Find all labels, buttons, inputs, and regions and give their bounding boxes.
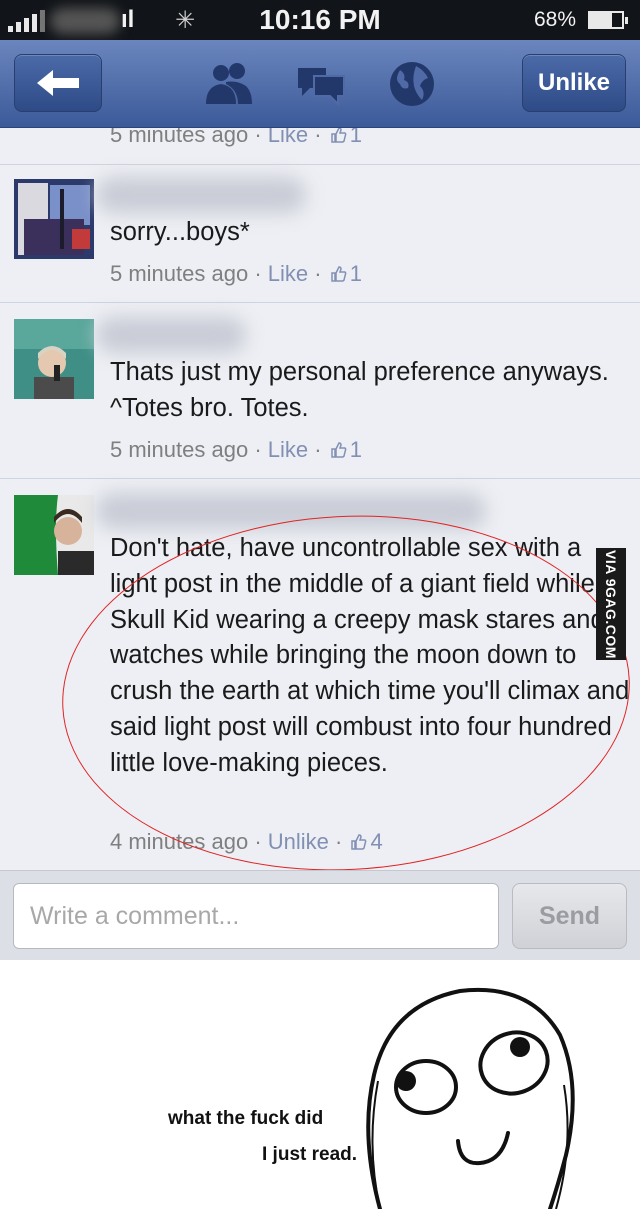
back-arrow-icon — [37, 70, 79, 96]
comment-input[interactable] — [13, 883, 499, 949]
commenter-name-redacted — [96, 317, 246, 353]
commenter-name-redacted — [96, 177, 306, 213]
like-link[interactable]: Like — [268, 128, 308, 147]
status-bar: ıl ✳ 10:16 PM 68% — [0, 0, 640, 40]
like-count: 1 — [349, 437, 362, 462]
like-link[interactable]: Like — [268, 437, 308, 462]
comment-item: Don't hate, have uncontrollable sex with… — [0, 478, 640, 870]
comment-time: 5 minutes ago — [110, 261, 249, 286]
comment-meta: 5 minutes ago · Like · 1 — [110, 261, 362, 286]
unlike-button[interactable]: Unlike — [522, 54, 626, 112]
compose-bar: Send — [0, 870, 640, 960]
thumbs-up-icon — [330, 128, 347, 143]
like-count: 1 — [349, 128, 362, 147]
thumbs-up-icon — [330, 266, 347, 282]
comment-meta: 5 minutes ago · Like · 1 — [110, 437, 362, 462]
rage-face-drawing — [366, 988, 575, 1209]
unlike-link[interactable]: Unlike — [268, 829, 329, 854]
thumbs-up-icon — [330, 442, 347, 458]
comment-time: 5 minutes ago — [110, 437, 249, 462]
nav-bar: Unlike — [0, 40, 640, 128]
commenter-name-redacted — [96, 493, 486, 529]
comment-text: sorry...boys* — [110, 218, 250, 246]
rage-caption-line2: I just read. — [262, 1144, 358, 1165]
battery-icon — [588, 11, 628, 29]
comment-meta: 5 minutes ago · Like · 1 — [110, 128, 362, 148]
comment-time: 4 minutes ago — [110, 829, 249, 854]
9gag-watermark: VIA 9GAG.COM — [596, 548, 626, 660]
comment-time: 5 minutes ago — [110, 128, 249, 147]
like-count: 1 — [349, 261, 362, 286]
thumbs-up-icon — [351, 834, 367, 850]
notifications-globe-icon[interactable] — [386, 58, 438, 110]
comment-item: sorry...boys* 5 minutes ago · Like · 1 — [0, 164, 640, 302]
commenter-avatar[interactable] — [14, 319, 94, 399]
comment-text: Don't hate, have uncontrollable sex with… — [110, 534, 630, 777]
back-button[interactable] — [14, 54, 102, 112]
commenter-avatar[interactable] — [14, 495, 94, 575]
like-count: 4 — [370, 829, 383, 854]
battery-percentage: 68% — [533, 8, 576, 31]
commenter-avatar[interactable] — [14, 179, 94, 259]
rage-caption-line1: what the fuck did — [168, 1108, 324, 1129]
friends-icon[interactable] — [202, 58, 254, 110]
comment-item: Thats just my personal preference anyway… — [0, 302, 640, 478]
comment-feed: 5 minutes ago · Like · 1 sorry...boys* 5… — [0, 128, 640, 870]
send-button[interactable]: Send — [512, 883, 627, 949]
comment-text: Thats just my personal preference anyway… — [110, 358, 609, 422]
comment-meta: 4 minutes ago · Unlike · 4 — [110, 829, 383, 854]
messages-icon[interactable] — [294, 58, 346, 110]
like-link[interactable]: Like — [268, 261, 308, 286]
